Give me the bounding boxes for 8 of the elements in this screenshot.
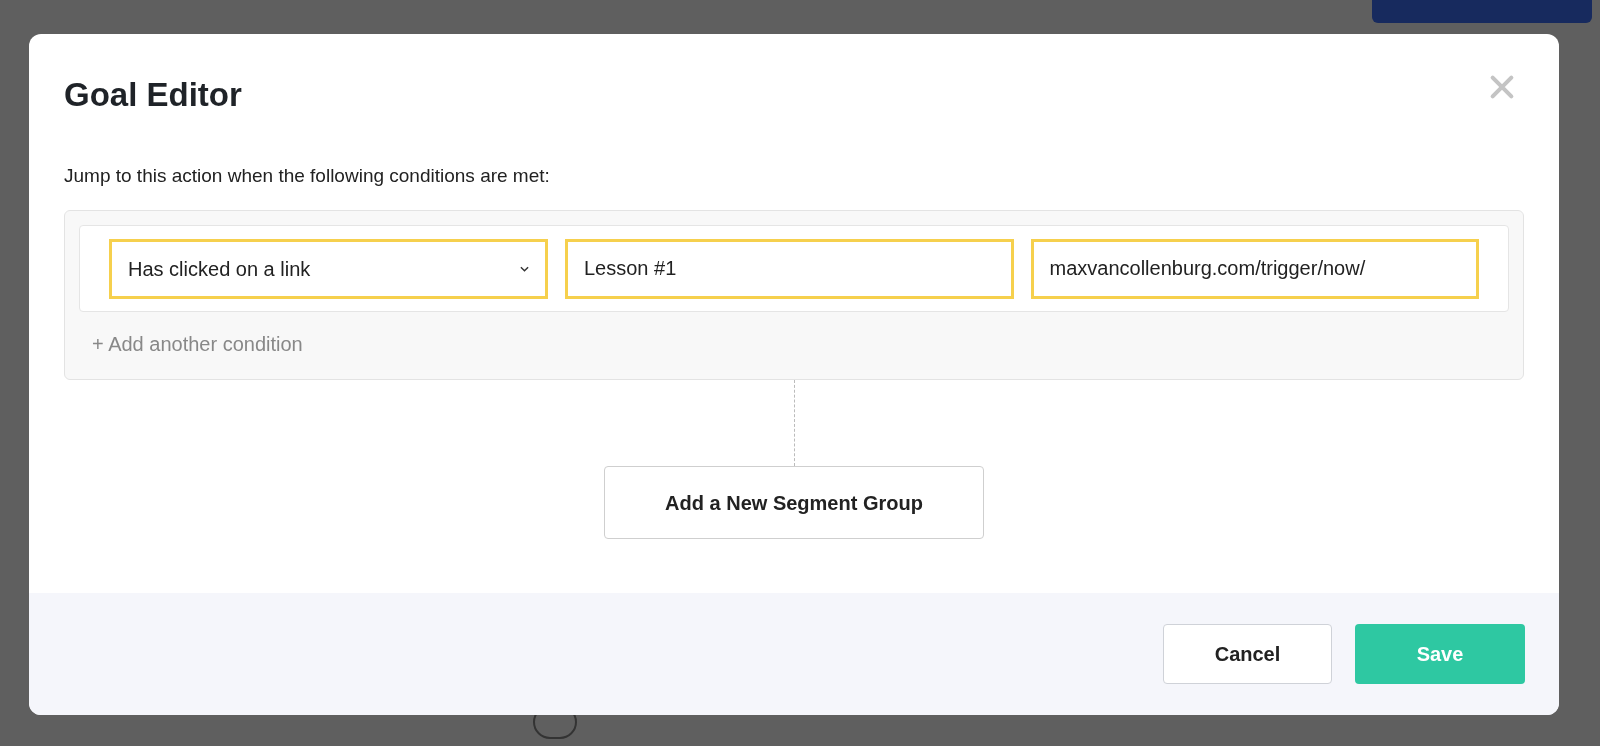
add-segment-group-button[interactable]: Add a New Segment Group — [604, 466, 984, 539]
condition-input[interactable]: maxvancollenburg.com/trigger/now/ — [1030, 238, 1479, 299]
instruction-text: Jump to this action when the following conditions are met: — [63, 163, 551, 188]
cancel-button[interactable]: Cancel — [1163, 624, 1332, 684]
condition-select[interactable]: Has clicked on a link — [109, 238, 548, 299]
condition-input[interactable]: Lesson #1 — [565, 238, 1014, 299]
dialog-title: Goal Editor — [64, 75, 242, 115]
chevron-down-icon — [520, 265, 529, 272]
